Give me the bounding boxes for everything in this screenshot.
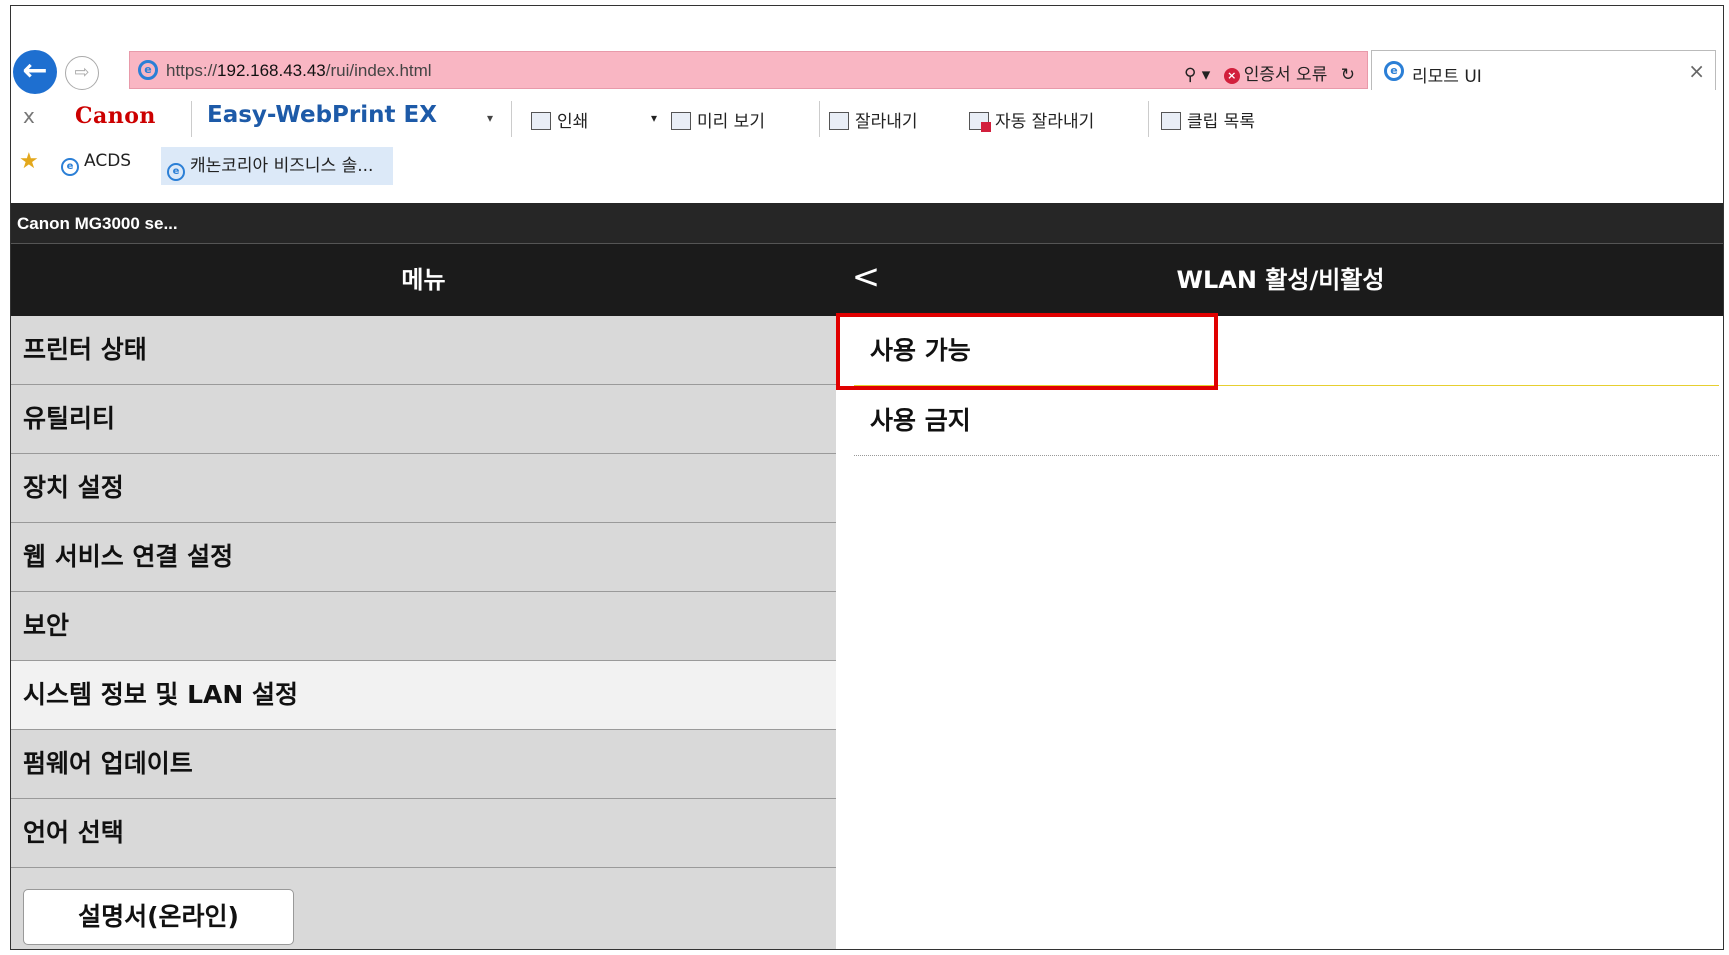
url-text[interactable]: https://192.168.43.43/rui/index.html [166,61,432,81]
favorites-star-icon[interactable]: ★ [19,149,39,174]
menu-item-web-service[interactable]: 웹 서비스 연결 설정 [11,523,836,592]
menu-item-system-info-lan[interactable]: 시스템 정보 및 LAN 설정 [11,661,836,730]
menu-item-printer-status[interactable]: 프린터 상태 [11,316,836,385]
page-header: 메뉴 WLAN 활성/비활성 < [11,244,1723,316]
menu-item-device-settings[interactable]: 장치 설정 [11,454,836,523]
easy-webprint-logo[interactable]: Easy-WebPrint EX [207,102,437,128]
favorite-label: 캐논코리아 비즈니스 솔... [190,156,374,176]
wlan-panel: 사용 가능 사용 금지 [836,316,1723,949]
address-bar-row: ← ⇨ e https://192.168.43.43/rui/index.ht… [11,46,1723,96]
browser-tab[interactable]: e 리모트 UI × [1371,50,1716,90]
clip-label: 잘라내기 [855,112,918,132]
clip-button[interactable]: 잘라내기 [829,107,918,132]
canon-logo: Canon [75,103,156,129]
toolbar-close-button[interactable]: x [23,104,35,128]
refresh-icon[interactable]: ↻ [1341,65,1355,85]
panel-title: WLAN 활성/비활성 [1176,266,1385,294]
tab-close-icon[interactable]: × [1688,59,1705,83]
chevron-left-icon[interactable]: < [849,260,883,296]
online-manual-button[interactable]: 설명서(온라인) [23,889,294,945]
back-button[interactable]: ← [13,50,57,94]
menu-title: 메뉴 [401,266,446,294]
preview-icon [671,112,691,130]
highlight-annotation [836,313,1218,390]
easy-webprint-toolbar: x Canon Easy-WebPrint EX ▾ 인쇄 ▾ 미리 보기 잘라… [11,99,1723,139]
menu-item-label: 시스템 정보 및 LAN 설정 [23,680,299,709]
menu-item-label: 유틸리티 [23,404,116,433]
option-label: 사용 금지 [870,406,971,435]
forward-button[interactable]: ⇨ [65,56,99,90]
option-disable[interactable]: 사용 금지 [854,386,1719,456]
printer-title: Canon MG3000 se... [17,214,178,233]
toolbar-divider [1148,101,1149,137]
print-label: 인쇄 [557,112,589,132]
menu-item-label: 언어 선택 [23,818,124,847]
cert-error-icon[interactable]: × [1223,68,1240,84]
print-button[interactable]: 인쇄 [531,107,588,132]
ie-tab-icon: e [1384,61,1404,81]
preview-dropdown-icon[interactable]: ▾ [651,111,657,125]
favorites-bar: ★ e ACDS e 캐논코리아 비즈니스 솔... [11,142,1723,185]
ie-favorite-icon: e [167,163,185,181]
menu-item-language[interactable]: 언어 선택 [11,799,836,868]
favorite-item[interactable]: e ACDS [61,151,131,176]
favorite-item[interactable]: e 캐논코리아 비즈니스 솔... [161,147,394,185]
search-icon[interactable]: ⚲ ▾ [1184,65,1210,85]
url-tools: ⚲ ▾ × 인증서 오류 ↻ [1184,60,1355,85]
menu-item-label: 펌웨어 업데이트 [23,749,193,778]
clip-list-icon [1161,112,1181,130]
auto-clip-button[interactable]: 자동 잘라내기 [969,107,1094,132]
printer-title-bar: Canon MG3000 se... [11,203,1723,244]
toolbar-divider [511,101,512,137]
main-menu: 프린터 상태 유틸리티 장치 설정 웹 서비스 연결 설정 보안 시스템 정보 … [11,316,836,949]
ie-page-icon: e [138,60,158,80]
favorite-label: ACDS [84,151,132,171]
menu-item-security[interactable]: 보안 [11,592,836,661]
menu-item-label: 보안 [23,611,70,640]
toolbar-divider [191,101,192,137]
easy-webprint-dropdown-icon[interactable]: ▾ [487,111,493,125]
auto-clip-icon [969,112,991,132]
menu-item-firmware-update[interactable]: 펌웨어 업데이트 [11,730,836,799]
menu-item-label: 장치 설정 [23,473,124,502]
preview-button[interactable]: 미리 보기 [671,107,765,132]
menu-item-utility[interactable]: 유틸리티 [11,385,836,454]
printer-icon [531,112,551,130]
cert-error-label[interactable]: 인증서 오류 [1244,65,1328,85]
clip-list-label: 클립 목록 [1187,112,1255,132]
clip-icon [829,112,849,130]
url-path: /rui/index.html [325,61,432,80]
menu-item-label: 웹 서비스 연결 설정 [23,542,234,571]
url-host: 192.168.43.43 [217,61,326,80]
auto-clip-label: 자동 잘라내기 [995,112,1095,132]
tab-title: 리모트 UI [1412,67,1482,87]
url-bar[interactable]: e https://192.168.43.43/rui/index.html ⚲… [129,51,1368,89]
ie-favorite-icon: e [61,158,79,176]
clip-list-button[interactable]: 클립 목록 [1161,107,1255,132]
url-scheme: https:// [166,61,218,80]
toolbar-divider [819,101,820,137]
menu-item-label: 프린터 상태 [23,335,147,364]
preview-label: 미리 보기 [697,112,765,132]
browser-window: ← ⇨ e https://192.168.43.43/rui/index.ht… [10,5,1724,950]
